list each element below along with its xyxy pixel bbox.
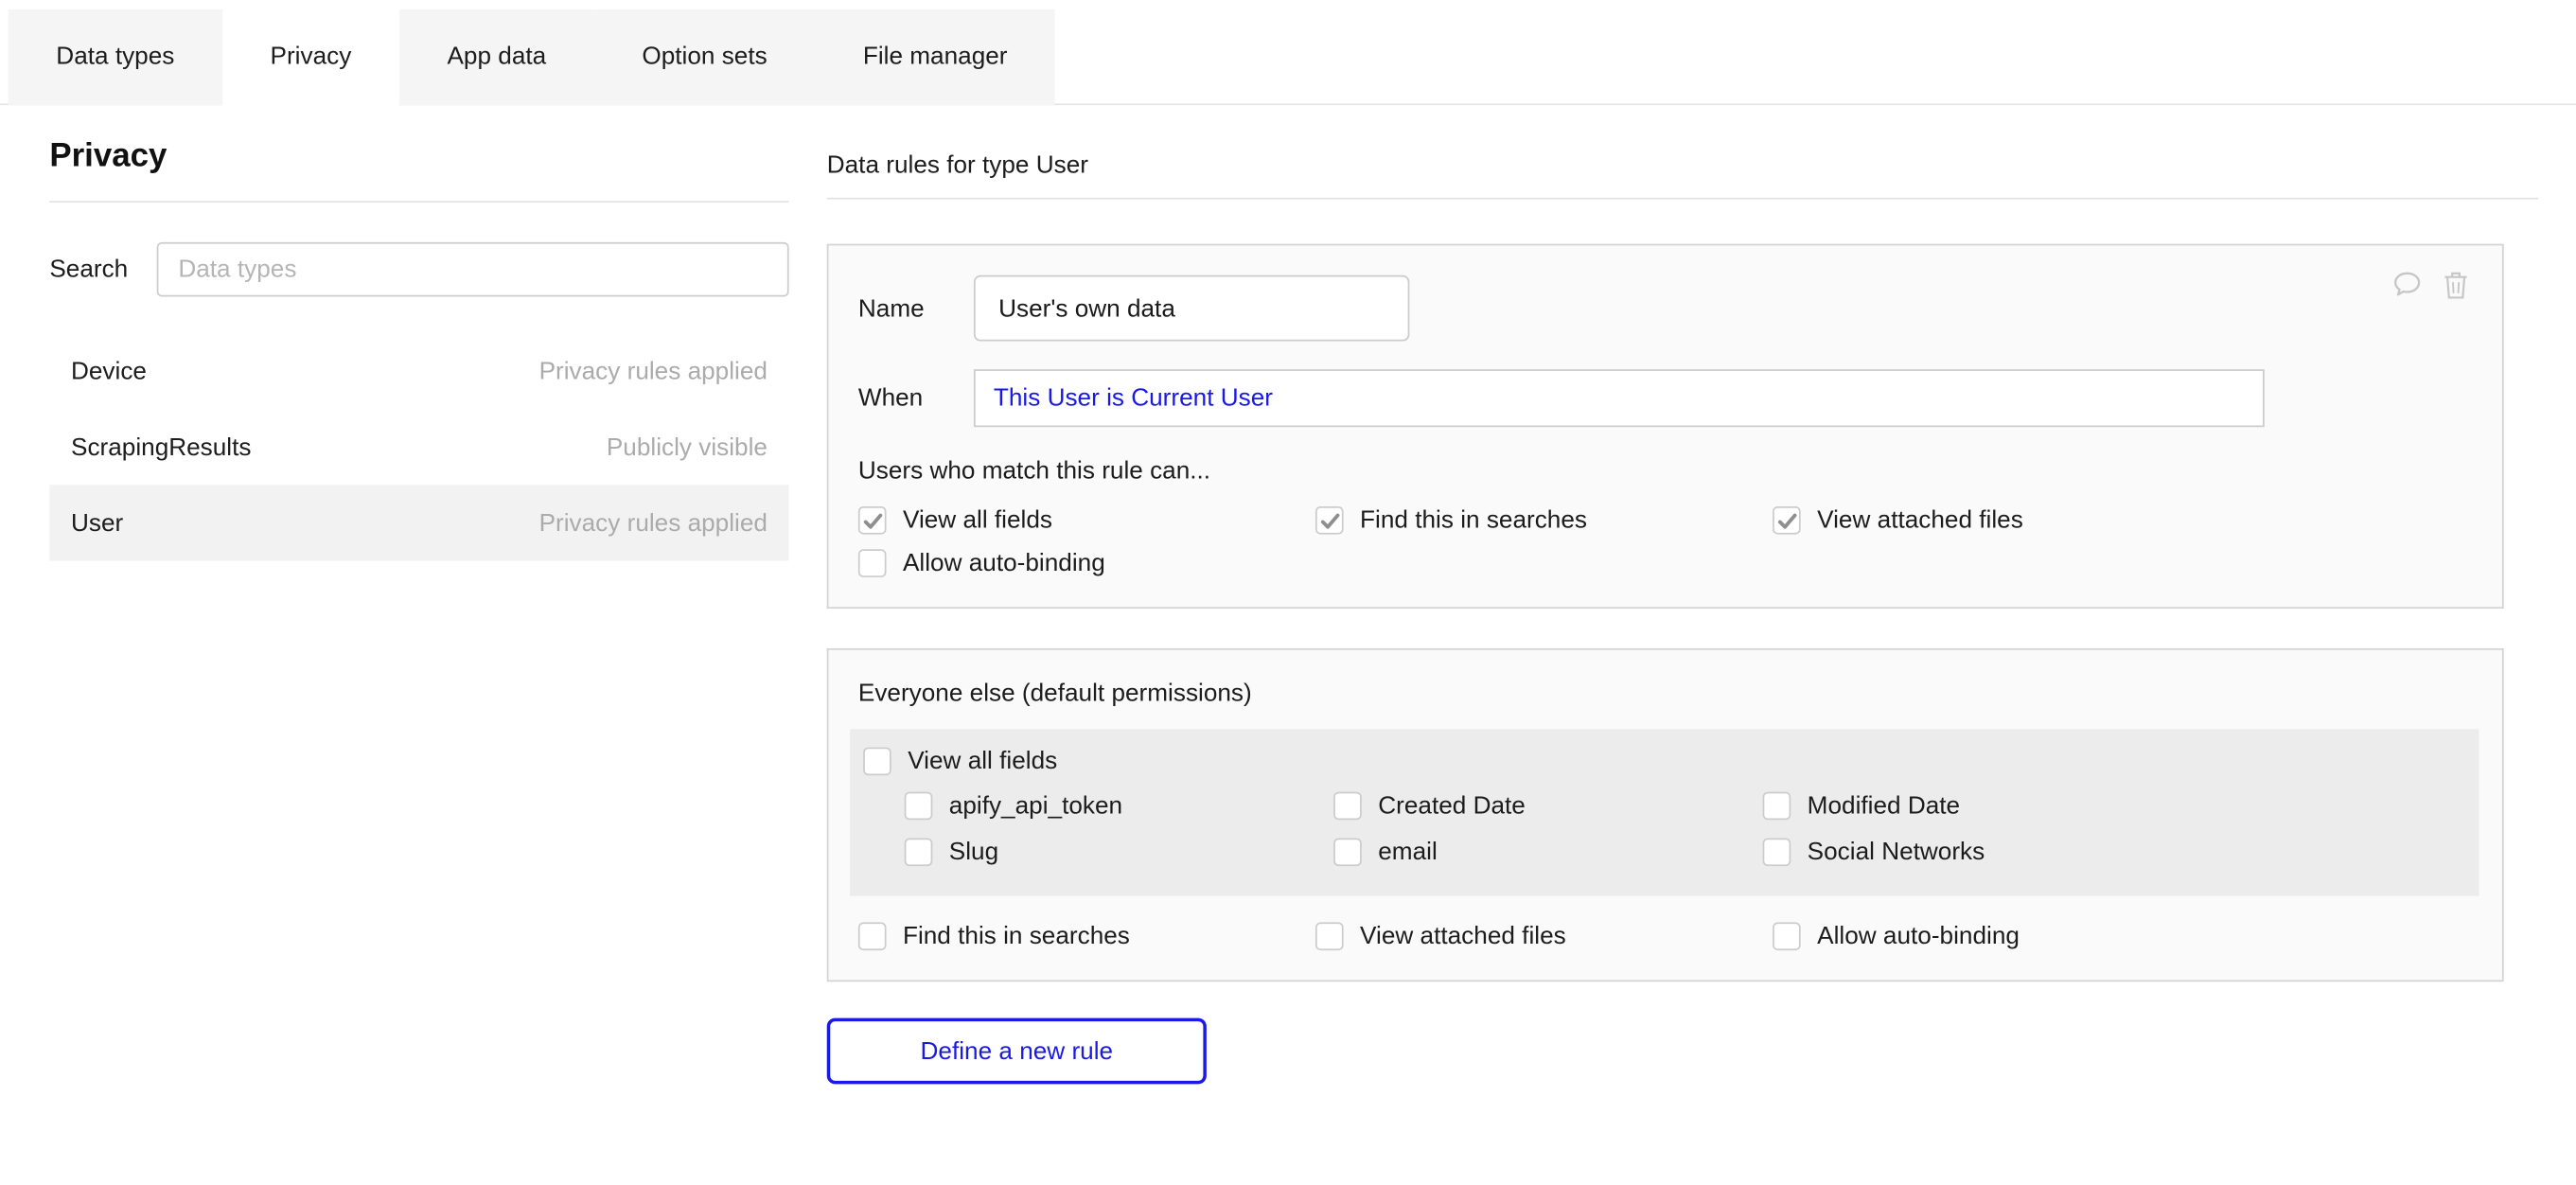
checkbox-label: apify_api_token (949, 791, 1122, 820)
checkbox-label: email (1378, 838, 1438, 866)
checkbox-label: View attached files (1817, 506, 2023, 535)
privacy-status-label: Privacy rules applied (539, 357, 768, 385)
field-checkbox-grid: apify_api_token Created Date (905, 782, 2479, 875)
privacy-status-label: Privacy rules applied (539, 509, 768, 538)
data-rules-panel: Data rules for type User (827, 105, 2576, 1084)
search-row: Search (49, 242, 788, 297)
checkbox-allow-auto-binding-default[interactable]: Allow auto-binding (1773, 922, 2230, 950)
panel-divider (827, 198, 2539, 200)
rule-name-input[interactable] (974, 275, 1409, 342)
tab-privacy[interactable]: Privacy (222, 9, 399, 107)
checkbox-find-in-searches[interactable]: Find this in searches (1315, 506, 1773, 535)
checkbox-label: Created Date (1378, 791, 1526, 820)
list-item-device[interactable]: Device Privacy rules applied (49, 333, 788, 409)
content-area: Privacy Search Device Privacy rules appl… (0, 105, 2576, 1084)
rule-name-row: Name (858, 275, 2473, 342)
checkbox-view-all-fields-default[interactable]: View all fields (863, 748, 1320, 776)
checkbox-icon (1773, 922, 1801, 950)
trash-icon[interactable] (2443, 269, 2469, 300)
checkbox-allow-auto-binding[interactable]: Allow auto-binding (858, 549, 1315, 577)
tab-app-data[interactable]: App data (399, 9, 594, 105)
field-row-1: apify_api_token Created Date (905, 782, 2479, 828)
checkbox-label: Allow auto-binding (1817, 922, 2020, 950)
when-condition-value: This User is Current User (994, 384, 1273, 413)
when-label: When (858, 384, 974, 413)
tab-label: App data (447, 43, 546, 71)
field-row-2: Slug email (905, 828, 2479, 875)
tab-option-sets[interactable]: Option sets (594, 9, 815, 105)
checkbox-label: Find this in searches (903, 922, 1130, 950)
checkbox-find-in-searches-default[interactable]: Find this in searches (858, 922, 1315, 950)
checkbox-icon (1315, 922, 1344, 950)
checkbox-icon (1763, 838, 1791, 866)
checkbox-label: View all fields (908, 748, 1057, 776)
checkbox-label: View attached files (1360, 922, 1566, 950)
checkbox-label: Slug (949, 838, 998, 866)
checkbox-label: View all fields (903, 506, 1052, 535)
sidebar-divider (49, 201, 788, 203)
when-condition-input[interactable]: This User is Current User (974, 369, 2265, 427)
default-permissions-title: Everyone else (default permissions) (858, 680, 2473, 708)
rule-permissions-row-1: View all fields Find this in searches Vi… (858, 506, 2473, 535)
privacy-settings-page: Data types Privacy App data Option sets … (0, 9, 2576, 1185)
tab-data-types[interactable]: Data types (9, 9, 222, 105)
tab-label: Data types (56, 43, 174, 71)
checkbox-icon (1773, 506, 1801, 535)
privacy-status-label: Publicly visible (607, 433, 768, 461)
checkbox-view-attached-files[interactable]: View attached files (1773, 506, 2230, 535)
define-new-rule-button[interactable]: Define a new rule (827, 1018, 1207, 1085)
checkbox-label: Allow auto-binding (903, 549, 1105, 577)
checkbox-icon (905, 838, 933, 866)
fields-block: View all fields apify_api_token (850, 729, 2479, 895)
checkbox-icon (905, 791, 933, 820)
panel-title: Data rules for type User (827, 151, 2539, 180)
permissions-intro: Users who match this rule can... (858, 457, 2473, 486)
checkbox-view-attached-files-default[interactable]: View attached files (1315, 922, 1773, 950)
tab-label: Option sets (642, 43, 767, 71)
checkbox-field-slug[interactable]: Slug (905, 838, 1333, 866)
search-label: Search (49, 256, 156, 284)
checkbox-view-all-fields[interactable]: View all fields (858, 506, 1315, 535)
privacy-sidebar: Privacy Search Device Privacy rules appl… (0, 105, 827, 560)
checkbox-icon (863, 748, 891, 776)
data-type-list: Device Privacy rules applied ScrapingRes… (49, 333, 788, 561)
rule-when-row: When This User is Current User (858, 369, 2473, 427)
checkbox-field-social-networks[interactable]: Social Networks (1763, 838, 2192, 866)
tab-file-manager[interactable]: File manager (815, 9, 1055, 105)
data-type-name: User (71, 509, 123, 538)
checkbox-icon (858, 506, 887, 535)
checkbox-icon (1763, 791, 1791, 820)
checkbox-label: Find this in searches (1360, 506, 1587, 535)
tab-label: File manager (863, 43, 1008, 71)
checkbox-field-created-date[interactable]: Created Date (1333, 791, 1762, 820)
checkbox-field-apify-api-token[interactable]: apify_api_token (905, 791, 1333, 820)
checkbox-icon (1315, 506, 1344, 535)
checkbox-field-email[interactable]: email (1333, 838, 1762, 866)
data-type-name: Device (71, 357, 147, 385)
search-input[interactable] (157, 242, 789, 297)
checkbox-icon (1333, 838, 1362, 866)
page-title: Privacy (49, 138, 788, 176)
checkbox-icon (858, 549, 887, 577)
checkbox-icon (858, 922, 887, 950)
name-label: Name (858, 294, 974, 323)
rule-card: Name When This User is Current User User… (827, 244, 2504, 609)
data-type-name: ScrapingResults (71, 433, 251, 461)
list-item-user[interactable]: User Privacy rules applied (49, 485, 788, 560)
tab-bar: Data types Privacy App data Option sets … (0, 9, 2576, 105)
rule-permissions-row-2: Allow auto-binding (858, 549, 2473, 577)
checkbox-field-modified-date[interactable]: Modified Date (1763, 791, 2192, 820)
comment-icon[interactable] (2391, 269, 2423, 300)
default-permissions-card: Everyone else (default permissions) View… (827, 648, 2504, 982)
checkbox-label: Modified Date (1808, 791, 1960, 820)
checkbox-label: Social Networks (1808, 838, 1985, 866)
tab-label: Privacy (271, 43, 352, 71)
rule-card-actions (2391, 269, 2469, 300)
default-permissions-row: Find this in searches View attached file… (858, 922, 2473, 950)
checkbox-icon (1333, 791, 1362, 820)
list-item-scrapingresults[interactable]: ScrapingResults Publicly visible (49, 409, 788, 485)
